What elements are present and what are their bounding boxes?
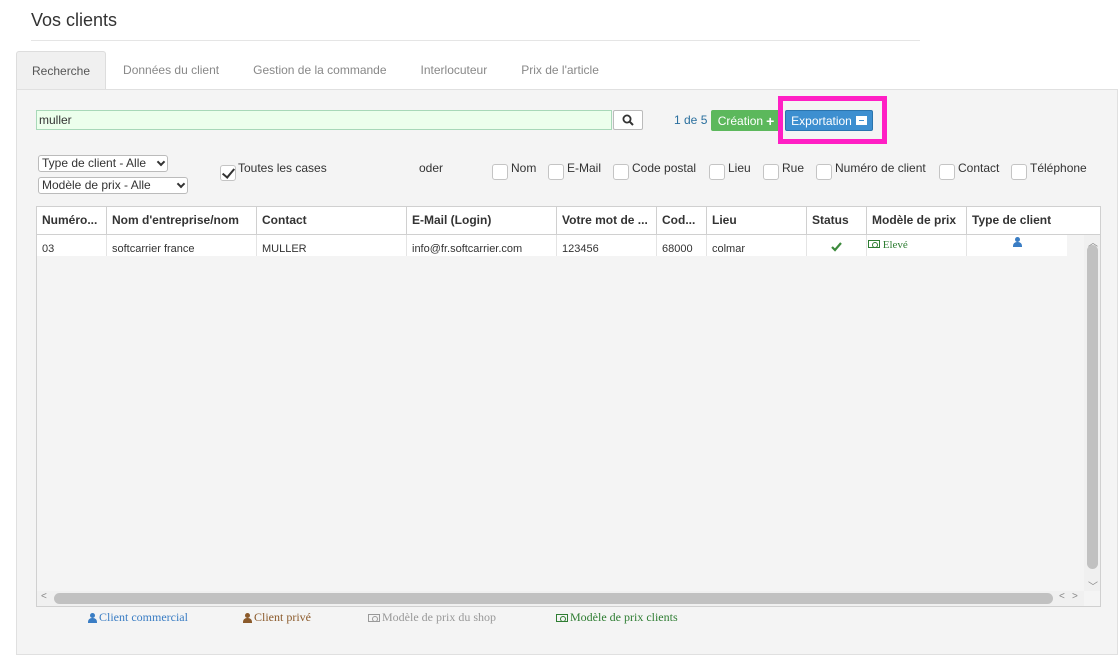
pagination-indicator: 1 de 5 (674, 113, 708, 127)
tab-recherche[interactable]: Recherche (16, 51, 107, 90)
table-header: Numéro... Nom d'entreprise/nom Contact E… (37, 207, 1100, 235)
filter-email-label: E-Mail (567, 161, 602, 175)
cell-price-model-label: Elevé (882, 239, 908, 251)
filter-rue-label: Rue (782, 161, 805, 175)
column-header-client-type[interactable]: Type de client (967, 207, 1100, 235)
scroll-right-arrow-icon[interactable]: > (1072, 591, 1078, 602)
filter-postal-code-label: Code postal (632, 161, 697, 175)
all-fields-checkbox[interactable] (220, 165, 236, 181)
tab-interlocuteur[interactable]: Interlocuteur (404, 51, 505, 90)
money-icon (368, 613, 380, 622)
user-icon (88, 612, 97, 623)
column-header-contact[interactable]: Contact (257, 207, 407, 235)
price-model-select-value: Modèle de prix - Alle (42, 178, 151, 192)
page-title: Vos clients (31, 10, 118, 30)
vertical-scrollbar[interactable]: ︿ ﹀ (1084, 235, 1100, 593)
column-header-postal-code[interactable]: Cod... (657, 207, 707, 235)
export-button-label: Exportation (791, 113, 852, 128)
client-type-select[interactable]: Type de client - Alle (38, 155, 168, 172)
filter-lieu-checkbox[interactable] (709, 164, 725, 180)
scroll-down-arrow-icon[interactable]: ﹀ (1088, 578, 1098, 593)
title-divider (31, 40, 920, 41)
filter-postal-code-checkbox[interactable] (613, 164, 629, 180)
filter-client-number-label: Numéro de client (835, 161, 926, 175)
column-header-status[interactable]: Status (807, 207, 867, 235)
filter-client-number-checkbox[interactable] (816, 164, 832, 180)
filter-lieu-label: Lieu (728, 161, 751, 175)
all-fields-label: Toutes les cases (238, 161, 327, 175)
column-header-price-model[interactable]: Modèle de prix (867, 207, 967, 235)
scroll-left-arrow-icon[interactable]: < (41, 591, 47, 602)
search-icon (622, 114, 634, 126)
clients-table: Numéro... Nom d'entreprise/nom Contact E… (36, 206, 1101, 607)
filter-telephone-checkbox[interactable] (1011, 164, 1027, 180)
cell-password: 123456 (557, 235, 657, 256)
tab-prix-article[interactable]: Prix de l'article (504, 51, 616, 90)
cell-postal-code: 68000 (657, 235, 707, 256)
tab-bar: Recherche Données du client Gestion de l… (16, 51, 616, 90)
cell-client-type (967, 235, 1067, 256)
cell-status (807, 235, 867, 256)
cell-number: 03 (37, 235, 107, 256)
user-icon (1012, 237, 1022, 247)
cell-price-model: Elevé (867, 235, 967, 256)
cell-email: info@fr.softcarrier.com (407, 235, 557, 256)
cell-city: colmar (707, 235, 807, 256)
plus-icon: + (766, 112, 775, 129)
legend-label: Client commercial (99, 610, 188, 624)
tab-donnees-client[interactable]: Données du client (106, 51, 236, 90)
scroll-right-arrow-icon[interactable]: < (1059, 591, 1065, 602)
export-button[interactable]: Exportation (785, 110, 873, 131)
legend-label: Modèle de prix du shop (382, 610, 496, 624)
legend-item-shop-price-model: Modèle de prix du shop (368, 610, 496, 625)
horizontal-scrollbar[interactable]: < < > (37, 591, 1084, 606)
column-header-company[interactable]: Nom d'entreprise/nom (107, 207, 257, 235)
cell-company: softcarrier france (107, 235, 257, 256)
filter-email-checkbox[interactable] (548, 164, 564, 180)
table-row[interactable]: 03 softcarrier france MULLER info@fr.sof… (37, 235, 1067, 256)
tab-gestion-commande[interactable]: Gestion de la commande (236, 51, 403, 90)
search-button[interactable] (613, 110, 643, 130)
or-label: oder (419, 161, 444, 175)
archive-icon (855, 116, 867, 125)
legend-item-client-price-model: Modèle de prix clients (556, 610, 678, 625)
filter-contact-label: Contact (958, 161, 1000, 175)
filter-rue-checkbox[interactable] (763, 164, 779, 180)
search-input[interactable] (36, 110, 612, 130)
horizontal-scrollbar-thumb[interactable] (54, 593, 1053, 604)
create-button[interactable]: Création + (711, 110, 781, 131)
filter-nom-label: Nom (511, 161, 537, 175)
legend-label: Modèle de prix clients (570, 610, 678, 624)
filter-contact-checkbox[interactable] (939, 164, 955, 180)
vertical-scrollbar-thumb[interactable] (1087, 245, 1098, 569)
price-model-select[interactable]: Modèle de prix - Alle (38, 177, 188, 194)
client-type-select-value: Type de client - Alle (42, 156, 147, 170)
legend-item-private-client: Client privé (243, 610, 311, 625)
chevron-down-icon (176, 179, 186, 189)
column-header-number[interactable]: Numéro... (37, 207, 107, 235)
user-icon (243, 612, 252, 623)
create-button-label: Création (717, 113, 764, 128)
filter-nom-checkbox[interactable] (492, 164, 508, 180)
money-icon (868, 240, 880, 248)
column-header-password[interactable]: Votre mot de ... (557, 207, 657, 235)
cell-contact: MULLER (257, 235, 407, 256)
legend-label: Client privé (254, 610, 311, 624)
chevron-down-icon (156, 157, 166, 167)
check-icon (831, 242, 842, 252)
column-header-email[interactable]: E-Mail (Login) (407, 207, 557, 235)
legend-item-commercial-client: Client commercial (88, 610, 188, 625)
filter-telephone-label: Téléphone (1030, 161, 1087, 175)
column-header-city[interactable]: Lieu (707, 207, 807, 235)
money-icon (556, 613, 568, 622)
